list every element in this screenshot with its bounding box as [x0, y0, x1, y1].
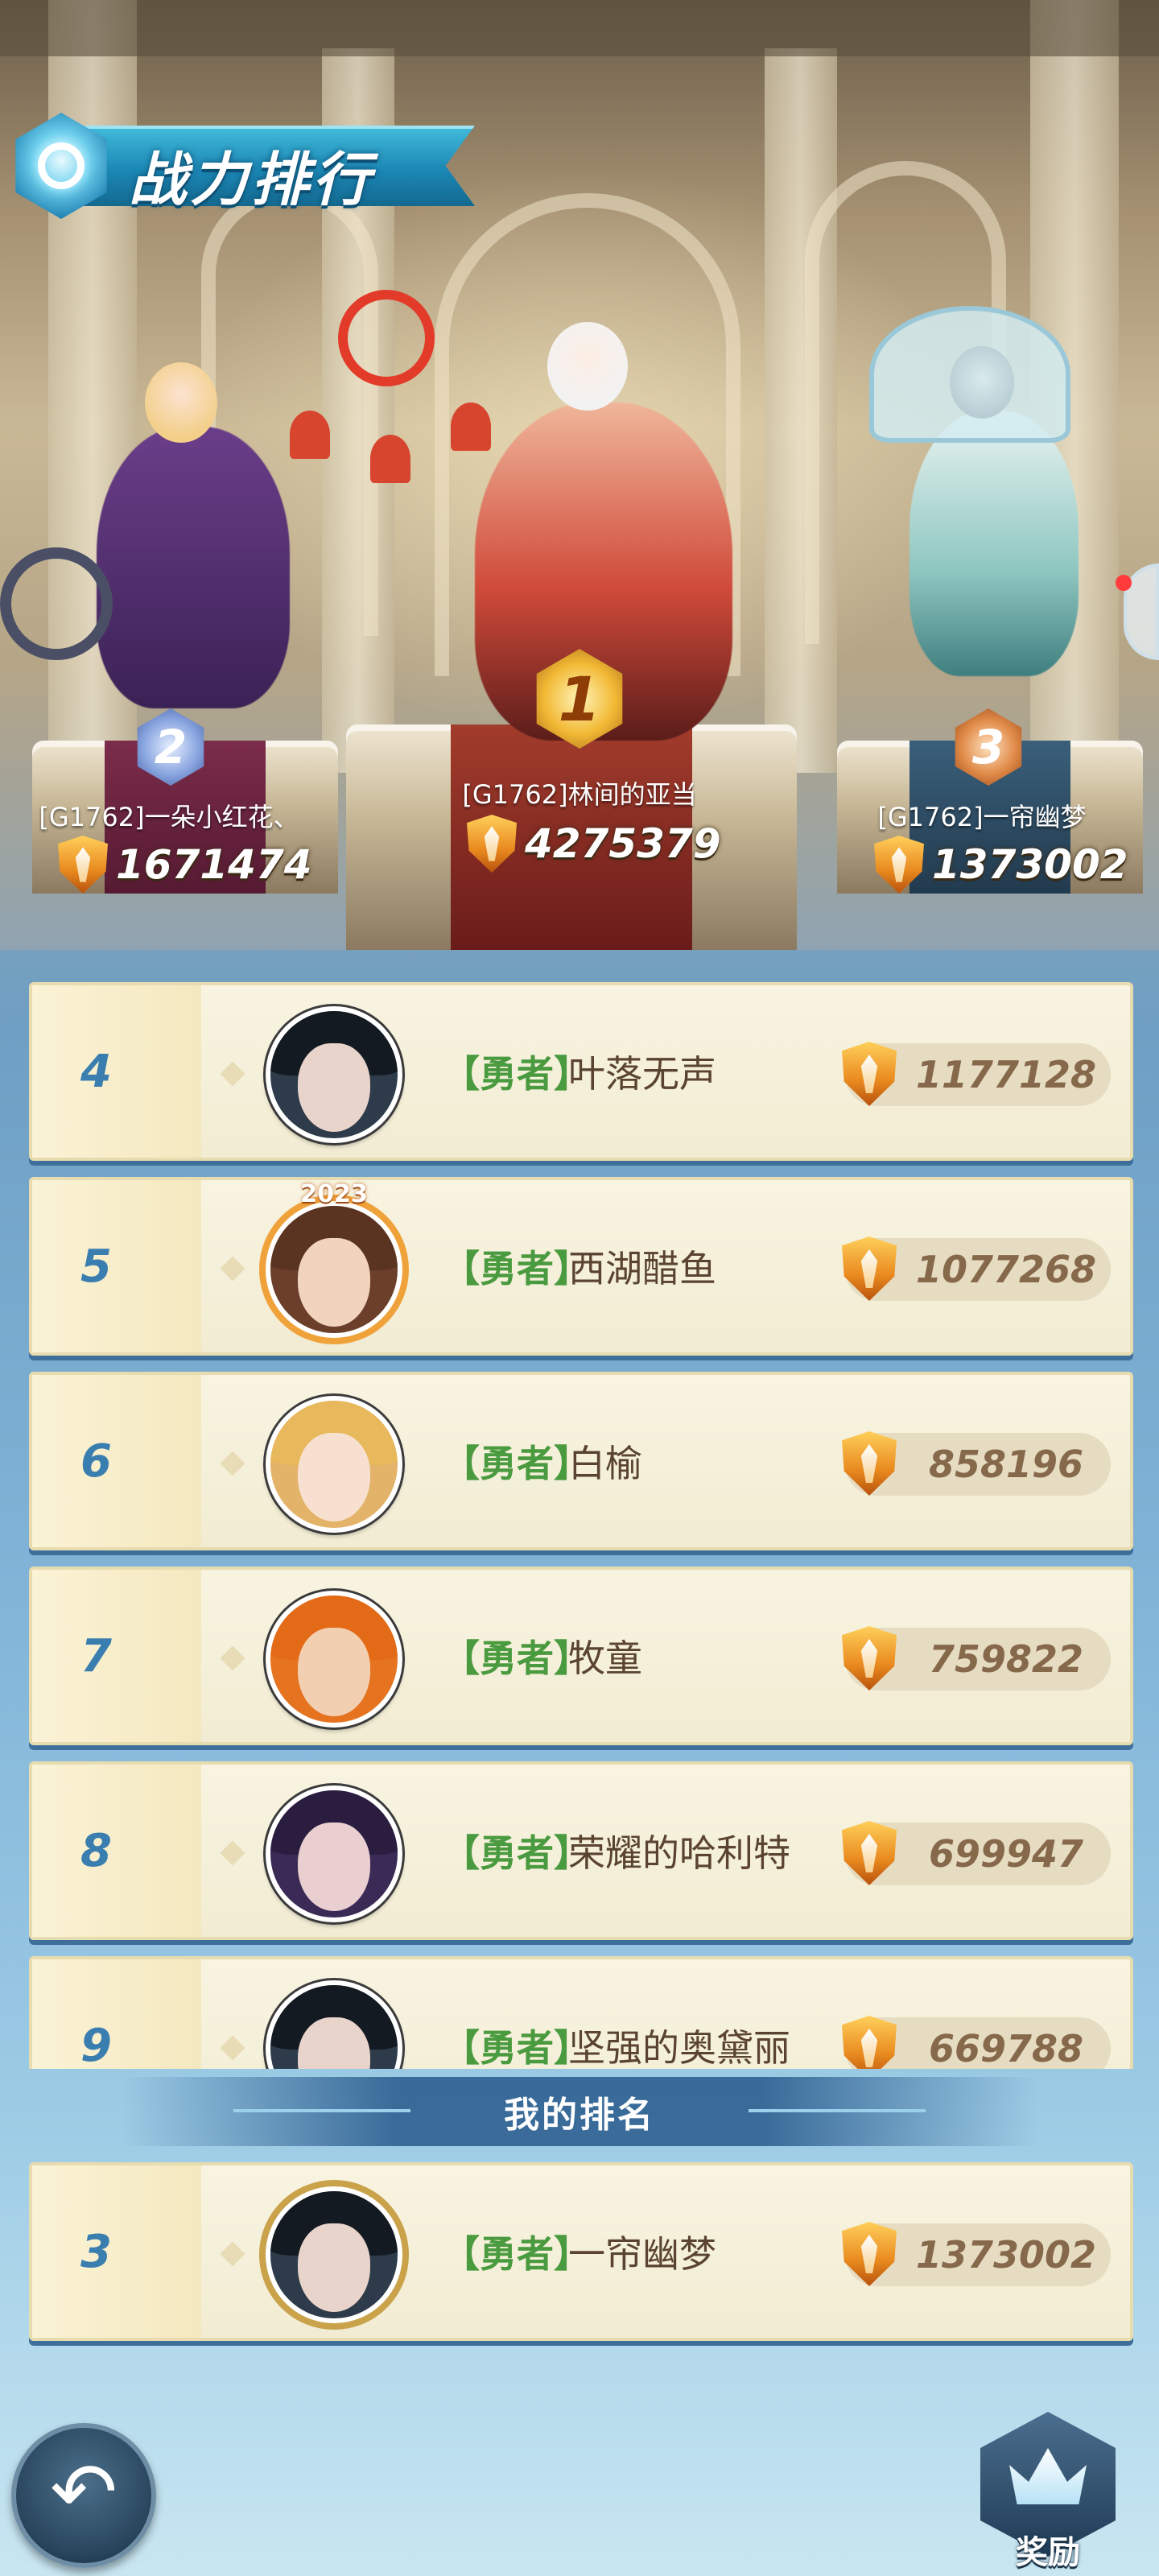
reward-label: 奖励 — [1016, 2534, 1080, 2571]
player-name: 荣耀的哈利特 — [568, 1831, 790, 1875]
power-pill: 858196 — [842, 1431, 1111, 1496]
power-shield-icon — [874, 836, 924, 894]
player-name: 一帘幽梦 — [568, 2232, 716, 2276]
ornament — [749, 2109, 926, 2112]
side-panel-toggle[interactable] — [1116, 564, 1159, 660]
player-name: 西湖醋鱼 — [568, 1247, 716, 1290]
diamond-icon — [220, 2035, 245, 2061]
podium-power-value: 1671474 — [116, 841, 312, 888]
diamond-icon — [220, 1451, 245, 1476]
crown-icon — [1009, 2448, 1087, 2504]
rank-number: 8 — [80, 1824, 112, 1877]
power-shield-icon — [842, 1042, 897, 1106]
my-rank-row[interactable]: 3 【勇者】 一帘幽梦 1373002 — [29, 2162, 1133, 2341]
player-name: 坚强的奥黛丽 — [568, 2026, 790, 2069]
podium-power-2: 1671474 — [58, 834, 312, 895]
power-shield-icon — [58, 836, 108, 894]
list-item[interactable]: 4 【勇者】 叶落无声 1177128 — [29, 982, 1133, 1161]
power-value: 1373002 — [915, 2233, 1097, 2277]
player-name: 白榆 — [568, 1442, 642, 1485]
bell-ring-icon — [338, 290, 435, 386]
power-shield-icon — [842, 1626, 897, 1690]
power-shield-icon — [842, 1821, 897, 1885]
power-shield-icon — [842, 2222, 897, 2286]
diamond-icon — [220, 1645, 245, 1671]
reward-button[interactable]: 奖励 — [980, 2412, 1116, 2571]
podium-name-2[interactable]: [G1762]一朵小红花、 — [0, 797, 338, 834]
diamond-icon — [220, 1256, 245, 1282]
ranking-list[interactable]: 4 【勇者】 叶落无声 1177128 5 2023 【勇者】 西湖醋鱼 107… — [29, 982, 1133, 2069]
podium-power-value: 1373002 — [932, 841, 1128, 888]
avatar[interactable] — [266, 1201, 402, 1338]
power-shield-icon — [842, 1431, 897, 1496]
my-rank-header: 我的排名 — [121, 2077, 1038, 2146]
podium-name-3[interactable]: [G1762]一帘幽梦 — [813, 797, 1151, 834]
power-value: 759822 — [928, 1637, 1084, 1681]
rank-number: 7 — [80, 1629, 112, 1682]
my-rank-label: 我的排名 — [504, 2095, 655, 2136]
character-rank-3[interactable] — [909, 411, 1079, 676]
avatar[interactable] — [266, 1006, 402, 1143]
back-arrow-icon: ↶ — [50, 2445, 118, 2539]
power-pill: 1373002 — [842, 2222, 1111, 2286]
bell-icon — [370, 435, 410, 483]
back-button[interactable]: ↶ — [11, 2423, 156, 2568]
power-pill: 669788 — [842, 2016, 1111, 2069]
podium-name-1[interactable]: [G1762]林间的亚当 — [410, 774, 749, 811]
diamond-icon — [220, 2241, 245, 2267]
avatar[interactable] — [266, 1591, 402, 1728]
podium-power-value: 4275379 — [525, 820, 721, 867]
rank-number: 9 — [80, 2019, 112, 2070]
page-title: 战力排行 — [129, 146, 374, 213]
list-item[interactable]: 5 2023 【勇者】 西湖醋鱼 1077268 — [29, 1177, 1133, 1356]
balcony — [0, 0, 1159, 56]
bell-icon — [451, 402, 491, 451]
list-item[interactable]: 9 【勇者】 坚强的奥黛丽 669788 — [29, 1956, 1133, 2069]
rank-number: 4 — [80, 1045, 112, 1098]
power-shield-icon — [842, 1236, 897, 1301]
list-item[interactable]: 8 【勇者】 荣耀的哈利特 699947 — [29, 1761, 1133, 1940]
rank-number: 6 — [80, 1435, 112, 1488]
power-shield-icon — [467, 815, 517, 873]
avatar[interactable] — [266, 1396, 402, 1533]
avatar[interactable] — [266, 1785, 402, 1922]
weapon-icon — [0, 547, 113, 660]
power-pill: 1077268 — [842, 1236, 1111, 1301]
power-value: 858196 — [928, 1443, 1084, 1486]
avatar[interactable] — [266, 1980, 402, 2069]
rank-number: 3 — [80, 2225, 112, 2278]
power-pill: 759822 — [842, 1626, 1111, 1690]
avatar-frame-badge: 2023 — [300, 1180, 368, 1208]
character-head — [547, 322, 628, 411]
power-pill: 699947 — [842, 1821, 1111, 1885]
podium-power-3: 1373002 — [874, 834, 1128, 895]
power-shield-icon — [842, 2016, 897, 2069]
character-rank-2[interactable] — [97, 427, 290, 708]
list-item[interactable]: 6 【勇者】 白榆 858196 — [29, 1372, 1133, 1550]
power-pill: 1177128 — [842, 1042, 1111, 1106]
diamond-icon — [220, 1061, 245, 1087]
bell-icon — [290, 411, 330, 459]
power-value: 1177128 — [915, 1053, 1097, 1096]
player-name: 牧童 — [568, 1637, 642, 1680]
player-name: 叶落无声 — [568, 1052, 716, 1096]
power-value: 699947 — [928, 1832, 1084, 1876]
rank-number: 5 — [80, 1240, 112, 1293]
avatar[interactable] — [266, 2186, 402, 2323]
title-banner: 战力排行 — [8, 113, 483, 219]
umbrella-icon — [869, 306, 1070, 443]
list-item[interactable]: 7 【勇者】 牧童 759822 — [29, 1567, 1133, 1745]
ornament — [233, 2109, 410, 2112]
power-value: 1077268 — [915, 1248, 1097, 1291]
character-head — [145, 362, 217, 443]
power-value: 669788 — [928, 2027, 1084, 2069]
podium-power-1: 4275379 — [467, 813, 721, 874]
diamond-icon — [220, 1840, 245, 1866]
